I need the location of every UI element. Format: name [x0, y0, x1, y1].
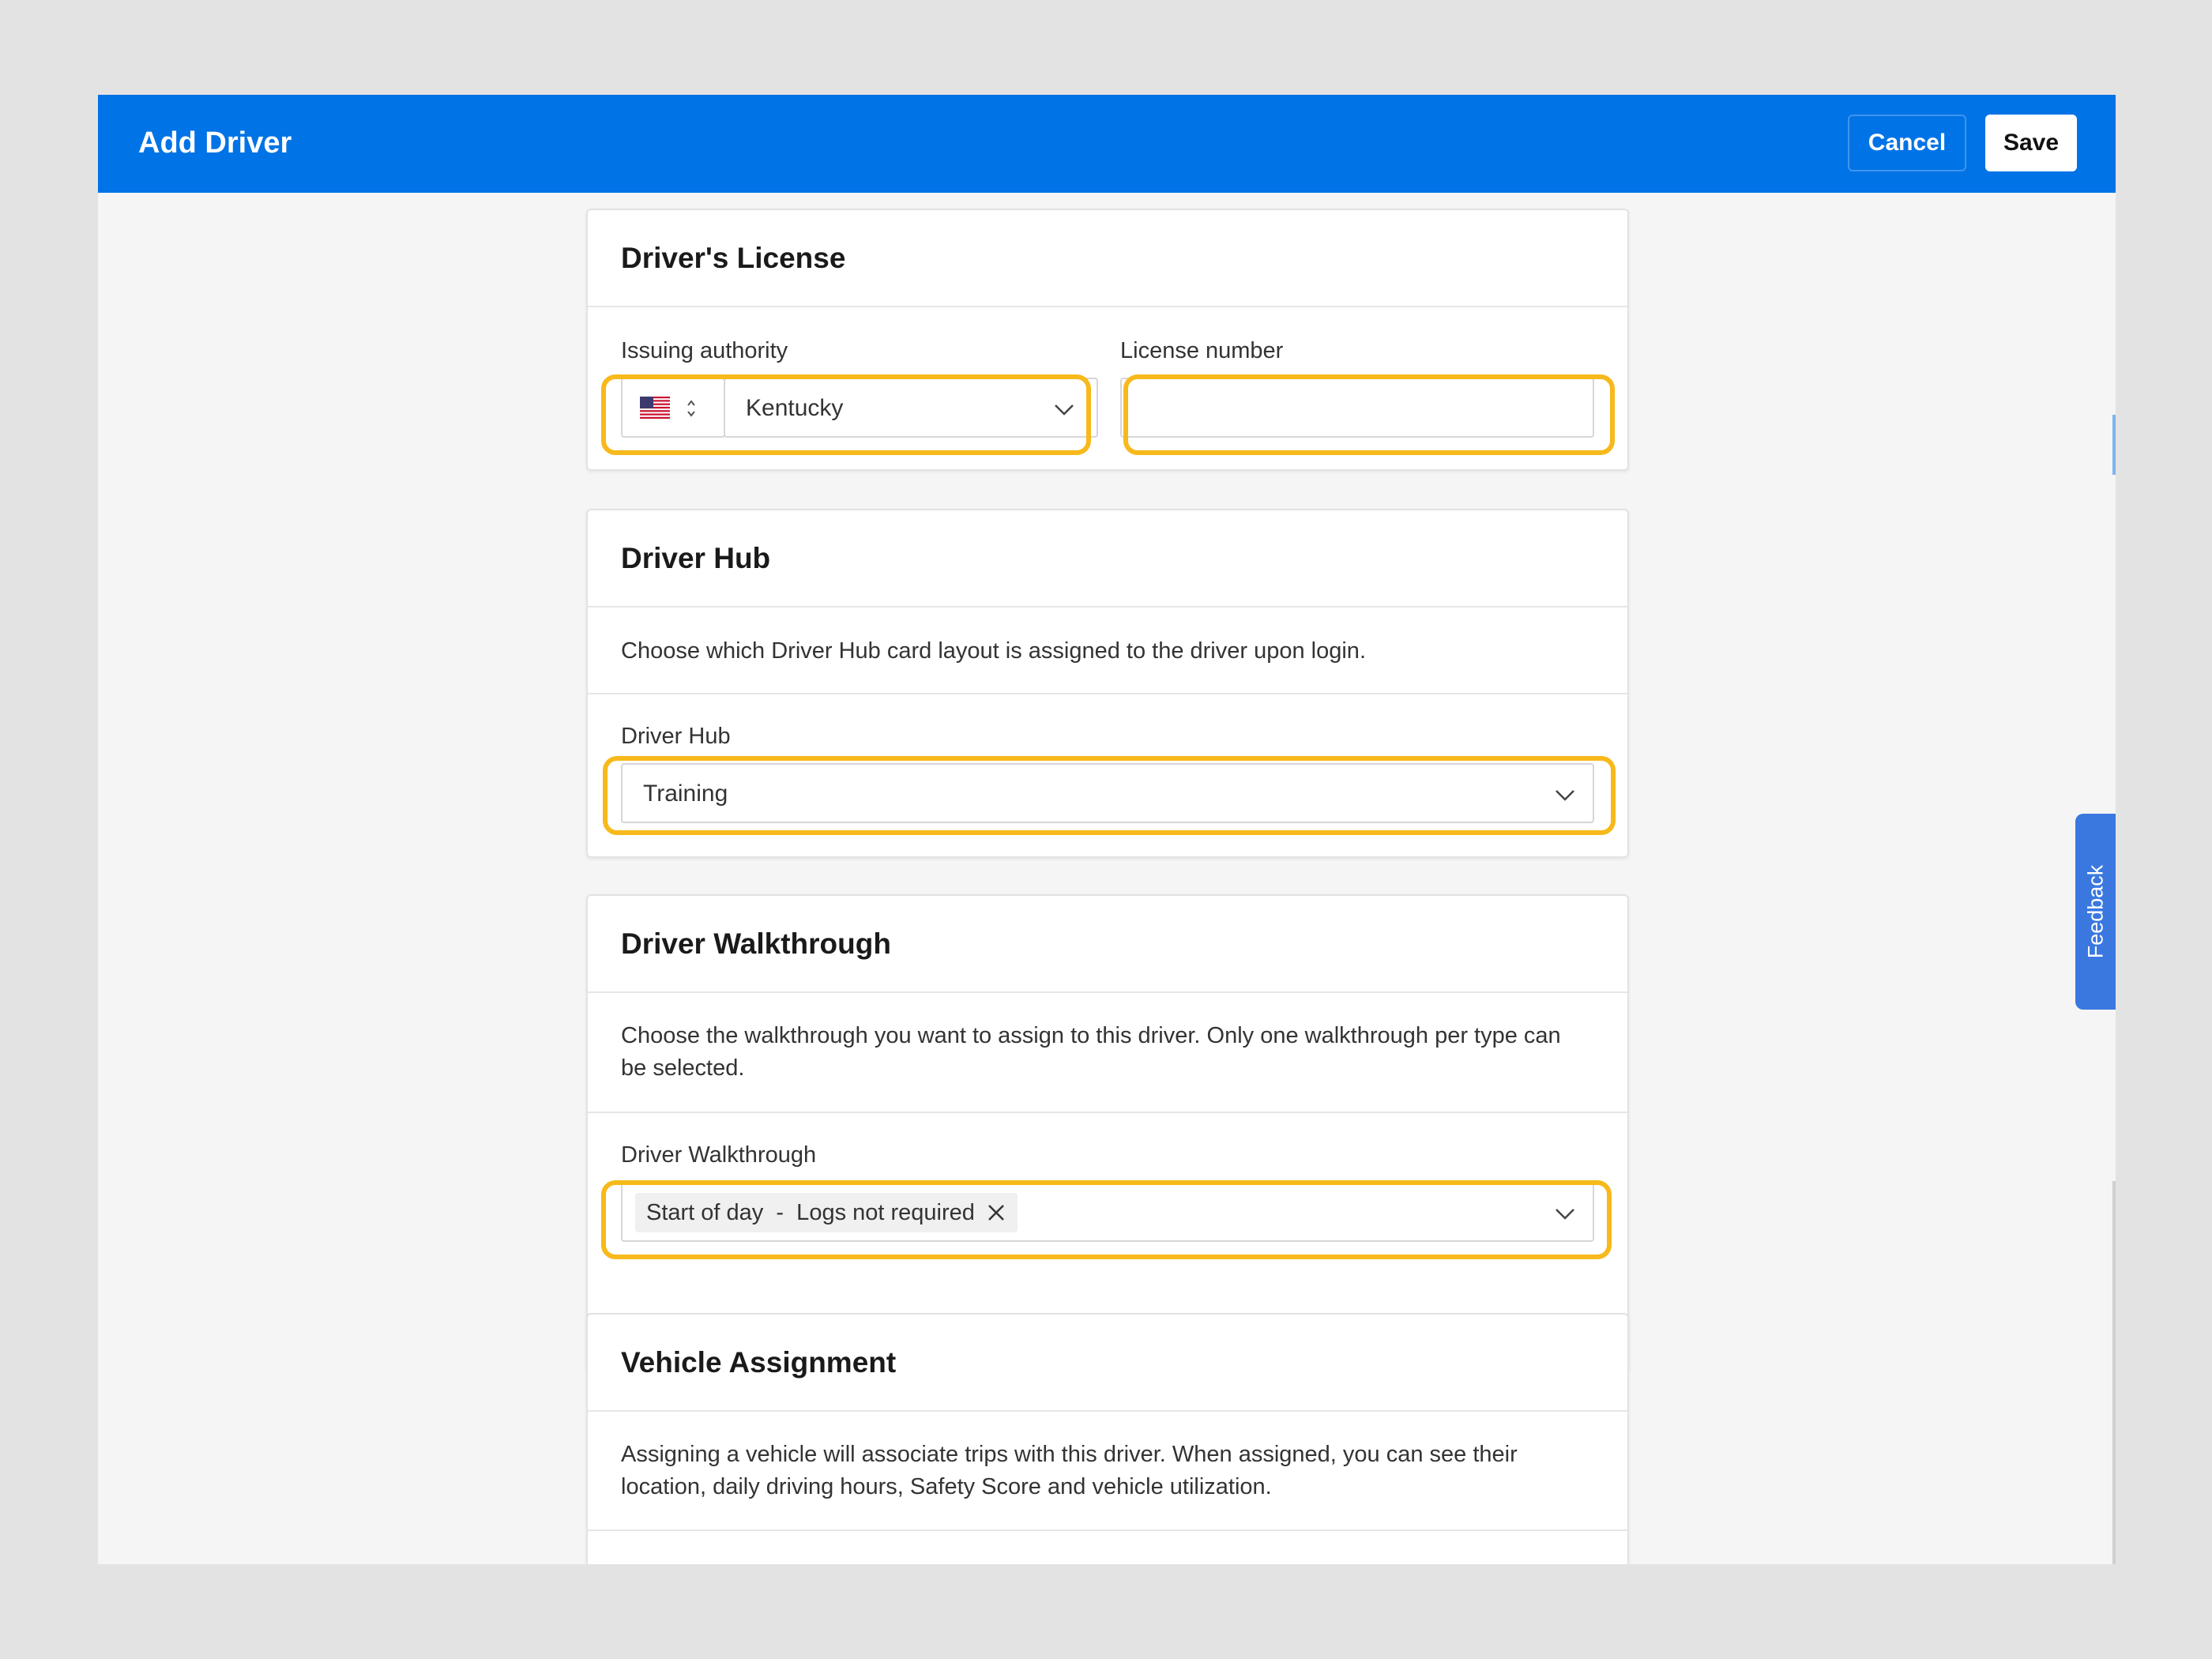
driver-walkthrough-card: Driver Walkthrough Choose the walkthroug… — [586, 894, 1629, 1373]
driver-walkthrough-label: Driver Walkthrough — [621, 1142, 817, 1168]
chevron-down-icon — [1556, 1209, 1574, 1220]
divider — [588, 606, 1627, 608]
feedback-label: Feedback — [2083, 864, 2107, 959]
chevron-down-icon — [1556, 790, 1574, 801]
driver-hub-card: Driver Hub Choose which Driver Hub card … — [586, 509, 1629, 858]
drivers-license-card: Driver's License Issuing authority Licen… — [586, 209, 1629, 471]
header-bar: Add Driver Cancel Save — [98, 95, 2116, 193]
save-button[interactable]: Save — [1985, 115, 2077, 171]
feedback-tab[interactable]: Feedback — [2075, 814, 2116, 1010]
scroll-indicator — [2112, 415, 2116, 475]
us-flag-icon — [640, 397, 670, 419]
driver-walkthrough-select[interactable]: Start of day - Logs not required — [621, 1182, 1594, 1242]
vehicle-assignment-card: Vehicle Assignment Assigning a vehicle w… — [586, 1313, 1629, 1564]
divider — [588, 693, 1627, 694]
issuing-authority-label: Issuing authority — [621, 338, 788, 363]
screenshot-frame: Add Driver Cancel Save Driver's License … — [0, 0, 2212, 1659]
license-number-input[interactable] — [1120, 378, 1594, 438]
driver-walkthrough-description: Choose the walkthrough you want to assig… — [621, 1023, 1561, 1081]
tag-label: Start of day - Logs not required — [646, 1199, 975, 1225]
chevron-down-icon — [1055, 404, 1074, 416]
driver-hub-label: Driver Hub — [621, 724, 731, 749]
issuing-authority-value: Kentucky — [746, 395, 844, 421]
card-title: Driver's License — [621, 242, 846, 274]
country-select[interactable] — [621, 378, 725, 438]
scrollbar[interactable] — [2112, 1181, 2116, 1564]
driver-hub-select[interactable]: Training — [621, 763, 1594, 823]
driver-hub-value: Training — [643, 781, 728, 807]
cancel-button[interactable]: Cancel — [1848, 115, 1966, 171]
add-driver-window: Add Driver Cancel Save Driver's License … — [98, 95, 2116, 1564]
card-title: Driver Hub — [621, 542, 771, 574]
divider — [588, 1112, 1627, 1113]
divider — [588, 1410, 1627, 1412]
selected-walkthrough-tag: Start of day - Logs not required — [635, 1193, 1018, 1232]
card-title: Vehicle Assignment — [621, 1346, 897, 1379]
close-icon[interactable] — [986, 1202, 1006, 1223]
sort-arrows-icon — [687, 400, 695, 417]
divider — [588, 991, 1627, 993]
divider — [588, 306, 1627, 307]
license-number-label: License number — [1120, 338, 1284, 363]
page-title: Add Driver — [138, 126, 292, 160]
divider — [588, 1529, 1627, 1531]
card-title: Driver Walkthrough — [621, 927, 891, 960]
vehicle-assignment-description: Assigning a vehicle will associate trips… — [621, 1442, 1518, 1499]
driver-hub-description: Choose which Driver Hub card layout is a… — [621, 638, 1366, 664]
issuing-authority-select[interactable]: Kentucky — [724, 378, 1098, 438]
